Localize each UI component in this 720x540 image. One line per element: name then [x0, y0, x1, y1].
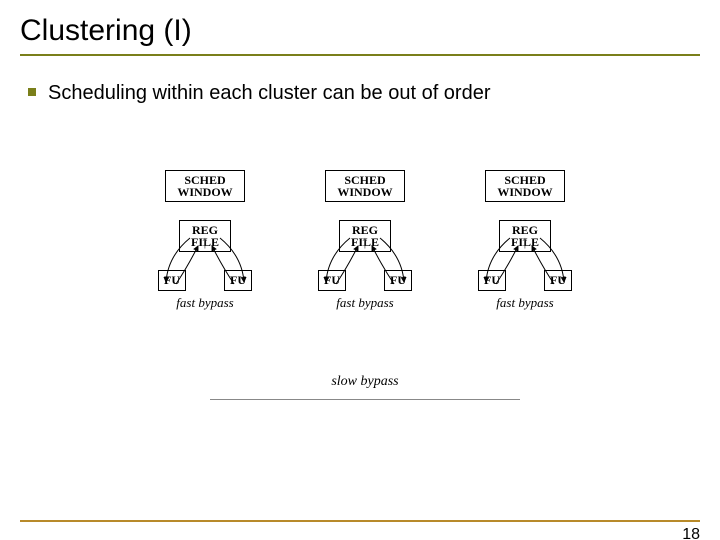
page-number: 18	[682, 526, 700, 540]
title-underline	[20, 54, 700, 56]
fu-row: FU FU	[300, 270, 430, 291]
bullet-text: Scheduling within each cluster can be ou…	[48, 80, 491, 107]
slow-bypass-label: slow bypass	[130, 374, 600, 390]
architecture-diagram: SCHED WINDOW REG FILE FU FU	[130, 170, 600, 420]
footer-rule	[20, 520, 700, 522]
sched-label-2: WINDOW	[497, 185, 552, 199]
fu-row: FU FU	[460, 270, 590, 291]
fu-box: FU	[478, 270, 506, 291]
up-arrow-icon: ↑	[140, 232, 270, 253]
up-arrow-icon: ↑	[300, 232, 430, 253]
sched-window-box: SCHED WINDOW	[325, 170, 405, 202]
slide: Clustering (I) Scheduling within each cl…	[0, 0, 720, 540]
cluster-3: SCHED WINDOW REG FILE FU FU fast bypass …	[460, 170, 590, 311]
bullet-icon	[28, 88, 36, 96]
slide-body: Scheduling within each cluster can be ou…	[20, 80, 700, 107]
fu-row: FU FU	[140, 270, 270, 291]
fu-box: FU	[318, 270, 346, 291]
slide-title: Clustering (I)	[20, 14, 700, 48]
cluster-1: SCHED WINDOW REG FILE FU FU	[140, 170, 270, 311]
slow-bypass-line	[210, 399, 520, 400]
sched-window-box: SCHED WINDOW	[165, 170, 245, 202]
fast-bypass-label: fast bypass	[300, 295, 430, 311]
sched-window-box: SCHED WINDOW	[485, 170, 565, 202]
fu-box: FU	[224, 270, 252, 291]
fu-box: FU	[384, 270, 412, 291]
fast-bypass-label: fast bypass	[460, 295, 590, 311]
fu-box: FU	[158, 270, 186, 291]
bullet-item: Scheduling within each cluster can be ou…	[28, 80, 700, 107]
sched-label-2: WINDOW	[177, 185, 232, 199]
up-arrow-icon: ↑	[460, 232, 590, 253]
fu-box: FU	[544, 270, 572, 291]
sched-label-2: WINDOW	[337, 185, 392, 199]
cluster-2: SCHED WINDOW REG FILE FU FU fast bypass …	[300, 170, 430, 311]
fast-bypass-label: fast bypass	[140, 295, 270, 311]
slide-footer: 18	[20, 520, 700, 522]
